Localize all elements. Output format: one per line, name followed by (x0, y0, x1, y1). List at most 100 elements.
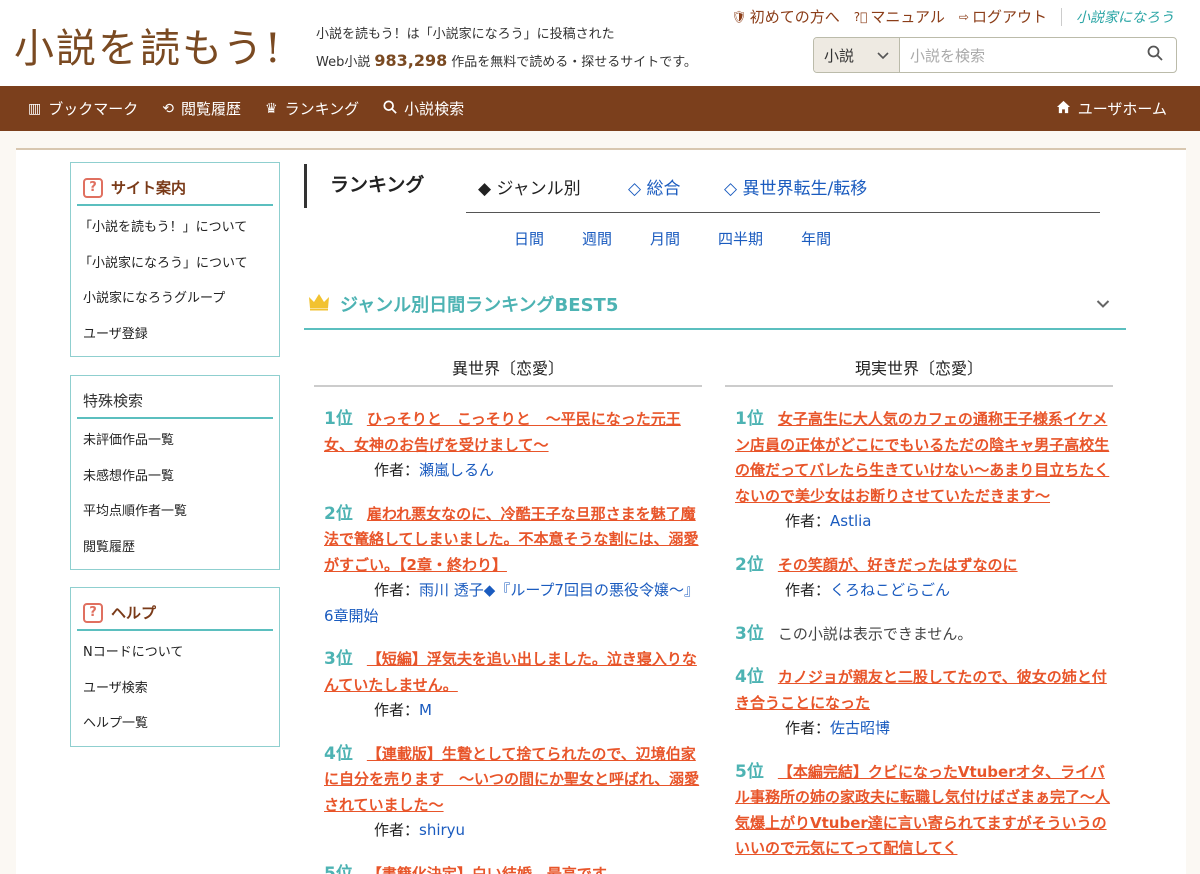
rank-number: 2位 (324, 503, 353, 524)
author-link[interactable]: 瀬嵐しるん (419, 461, 494, 479)
nav-bookmark-label: ブックマーク (48, 100, 139, 118)
author-line: 作者：くろねこどらごん (735, 578, 1113, 604)
period-weekly[interactable]: 週間 (582, 228, 612, 249)
tagline-line1: 小説を読もう！は「小説家になろう」に投稿された (316, 27, 615, 42)
ranking-entry: 2位 雇われ悪女なのに、冷酷王子な旦那さまを魅了魔法で篭絡してしまいました。不本意… (314, 502, 702, 630)
chevron-down-icon[interactable] (1096, 294, 1110, 313)
ranking-entry: 3位 【短編】浮気夫を追い出しました。泣き寝入りなんていたしません。 作者：M (314, 647, 702, 724)
manual-link[interactable]: ?⃝ マニュアル (854, 6, 945, 27)
author-label: 作者： (374, 821, 420, 839)
first-time-label: 初めての方へ (749, 8, 840, 26)
special-search-box: 特殊検索 未評価作品一覧 未感想作品一覧 平均点順作者一覧 閲覧履歴 (70, 375, 280, 570)
author-line: 作者：Astlia (735, 509, 1113, 535)
home-icon (1056, 100, 1071, 118)
shield-icon: 🛡 (731, 9, 747, 24)
logout-link[interactable]: ⇨ ログアウト (959, 6, 1047, 27)
nav-bookmark[interactable]: ▥ ブックマーク (28, 98, 138, 119)
novel-title-link[interactable]: カノジョが親友と二股してたので、彼女の姉と付き合うことになった (735, 668, 1107, 712)
narou-logo-link[interactable]: 小説家になろう (1076, 7, 1174, 27)
author-label: 作者： (374, 581, 420, 599)
tagline-prefix: Web小説 (316, 55, 371, 70)
genre-column-real-world: 現実世界〔恋愛〕 1位 女子高生に大人気のカフェの通称王子様系イケメン店員の正体が… (725, 355, 1113, 862)
special-search-item[interactable]: 未感想作品一覧 (71, 459, 279, 495)
rank-number: 3位 (735, 623, 764, 644)
ranking-main: ランキング ◆ ジャンル別 ◇ 総合 ◇ 異世界転生/転移 日間 週間 月間 四… (304, 150, 1126, 874)
help-item[interactable]: Nコードについて (71, 635, 279, 671)
rank-number: 4位 (324, 743, 353, 764)
column-title: 現実世界〔恋愛〕 (725, 355, 1113, 387)
novel-title-link[interactable]: 女子高生に大人気のカフェの通称王子様系イケメン店員の正体がどこにでもいるただの陰… (735, 410, 1109, 505)
help-heading: ? ヘルプ (77, 596, 273, 631)
novel-title-link[interactable]: 【本編完結】クビになったVtuberオタ、ライバル事務所の姉の家政夫に転職し気付… (735, 763, 1110, 858)
site-guide-item[interactable]: ユーザ登録 (71, 317, 279, 353)
entry-title-line: 3位 この小説は表示できません。 (735, 622, 1113, 648)
search-type-select[interactable]: 小説 (814, 38, 900, 72)
rank-number: 4位 (735, 667, 764, 687)
first-time-link[interactable]: 🛡 初めての方へ (732, 6, 840, 27)
divider (1061, 7, 1062, 26)
best5-header[interactable]: ジャンル別日間ランキングBEST5 (304, 280, 1126, 330)
search-type-value: 小説 (824, 46, 855, 65)
nav-user-home[interactable]: ユーザホーム (1056, 86, 1167, 131)
page-title: ランキング (330, 174, 425, 196)
nav-search[interactable]: 小説検索 (383, 98, 464, 119)
site-guide-heading: ? サイト案内 (77, 171, 273, 206)
author-link[interactable]: shiryu (419, 821, 465, 839)
site-logo[interactable]: 小説を読もう! (14, 16, 283, 74)
author-link[interactable]: 佐古昭博 (830, 719, 890, 737)
novel-title-link[interactable]: 雇われ悪女なのに、冷酷王子な旦那さまを魅了魔法で篭絡してしまいました。不本意そう… (324, 505, 699, 574)
novel-count: 983,298 (374, 51, 448, 70)
novel-title-link[interactable]: ひっそりと こっそりと ～平民になった元王女、女神のお告げを受けまして～ (324, 410, 681, 454)
entry-title-line: 1位 ひっそりと こっそりと ～平民になった元王女、女神のお告げを受けまして～ (324, 407, 702, 458)
history-icon: ⟲ (162, 100, 174, 117)
help-item[interactable]: ヘルプ一覧 (71, 706, 279, 742)
period-monthly[interactable]: 月間 (650, 228, 680, 249)
help-box: ? ヘルプ Nコードについて ユーザ検索 ヘルプ一覧 (70, 587, 280, 747)
question-icon: ? (83, 177, 103, 198)
author-link[interactable]: M (419, 701, 432, 719)
period-daily[interactable]: 日間 (514, 228, 544, 249)
novel-title-link[interactable]: 【連載版】生贄として捨てられたので、辺境伯家に自分を売ります ～いつの間にか聖女… (324, 745, 699, 814)
tab-overall[interactable]: ◇ 総合 (628, 174, 680, 199)
special-search-item[interactable]: 閲覧履歴 (71, 530, 279, 566)
tab-genre[interactable]: ◆ ジャンル別 (478, 174, 581, 199)
entry-title-line: 5位 【本編完結】クビになったVtuberオタ、ライバル事務所の姉の家政夫に転職し… (735, 760, 1113, 862)
main-nav: ▥ ブックマーク ⟲ 閲覧履歴 ♛ ランキング 小説検索 ユーザホーム (0, 86, 1200, 131)
novel-title-link[interactable]: その笑顔が、好きだったはずなのに (778, 556, 1018, 574)
nav-user-home-label: ユーザホーム (1077, 100, 1167, 118)
nav-history[interactable]: ⟲ 閲覧履歴 (162, 98, 241, 119)
rank-number: 2位 (735, 554, 764, 575)
rank-number: 5位 (735, 761, 764, 782)
period-yearly[interactable]: 年間 (801, 228, 831, 249)
search-input[interactable]: 小説を検索 (900, 38, 1134, 72)
nav-history-label: 閲覧履歴 (180, 100, 241, 118)
site-guide-item[interactable]: 「小説を読もう！」について (71, 210, 279, 246)
author-label: 作者： (374, 461, 420, 479)
special-search-title: 特殊検索 (83, 392, 144, 410)
help-title: ヘルプ (111, 604, 157, 622)
ranking-entry: 5位 【書籍化決定】白い結婚、最高です。 (314, 862, 702, 874)
nav-ranking-label: ランキング (284, 100, 360, 118)
crown-icon (308, 293, 330, 315)
site-tagline: 小説を読もう！は「小説家になろう」に投稿された Web小説 983,298 作品を無… (316, 22, 697, 76)
search-icon (383, 99, 397, 118)
ranking-entry: 4位 カノジョが親友と二股してたので、彼女の姉と付き合うことになった 作者：佐古昭… (725, 665, 1113, 742)
author-link[interactable]: くろねこどらごん (830, 581, 950, 599)
special-search-item[interactable]: 平均点順作者一覧 (71, 494, 279, 530)
novel-title-link[interactable]: 【書籍化決定】白い結婚、最高です。 (367, 865, 621, 874)
novel-title-link[interactable]: 【短編】浮気夫を追い出しました。泣き寝入りなんていたしません。 (324, 650, 697, 694)
author-link[interactable]: Astlia (830, 512, 871, 530)
question-circle-icon: ?⃝ (853, 9, 868, 24)
special-search-item[interactable]: 未評価作品一覧 (71, 423, 279, 459)
tab-isekai[interactable]: ◇ 異世界転生/転移 (724, 174, 867, 199)
site-guide-item[interactable]: 「小説家になろう」について (71, 246, 279, 282)
rank-number: 1位 (735, 409, 764, 429)
nav-ranking[interactable]: ♛ ランキング (265, 98, 359, 119)
site-guide-item[interactable]: 小説家になろうグループ (71, 281, 279, 317)
entry-title-line: 5位 【書籍化決定】白い結婚、最高です。 (324, 862, 702, 874)
search-button[interactable] (1134, 38, 1176, 72)
author-line: 作者：shiryu (324, 818, 702, 844)
period-quarterly[interactable]: 四半期 (718, 228, 763, 249)
help-item[interactable]: ユーザ検索 (71, 671, 279, 707)
tagline-line2: Web小説 983,298 作品を無料で読める・探せるサイトです。 (316, 48, 697, 76)
